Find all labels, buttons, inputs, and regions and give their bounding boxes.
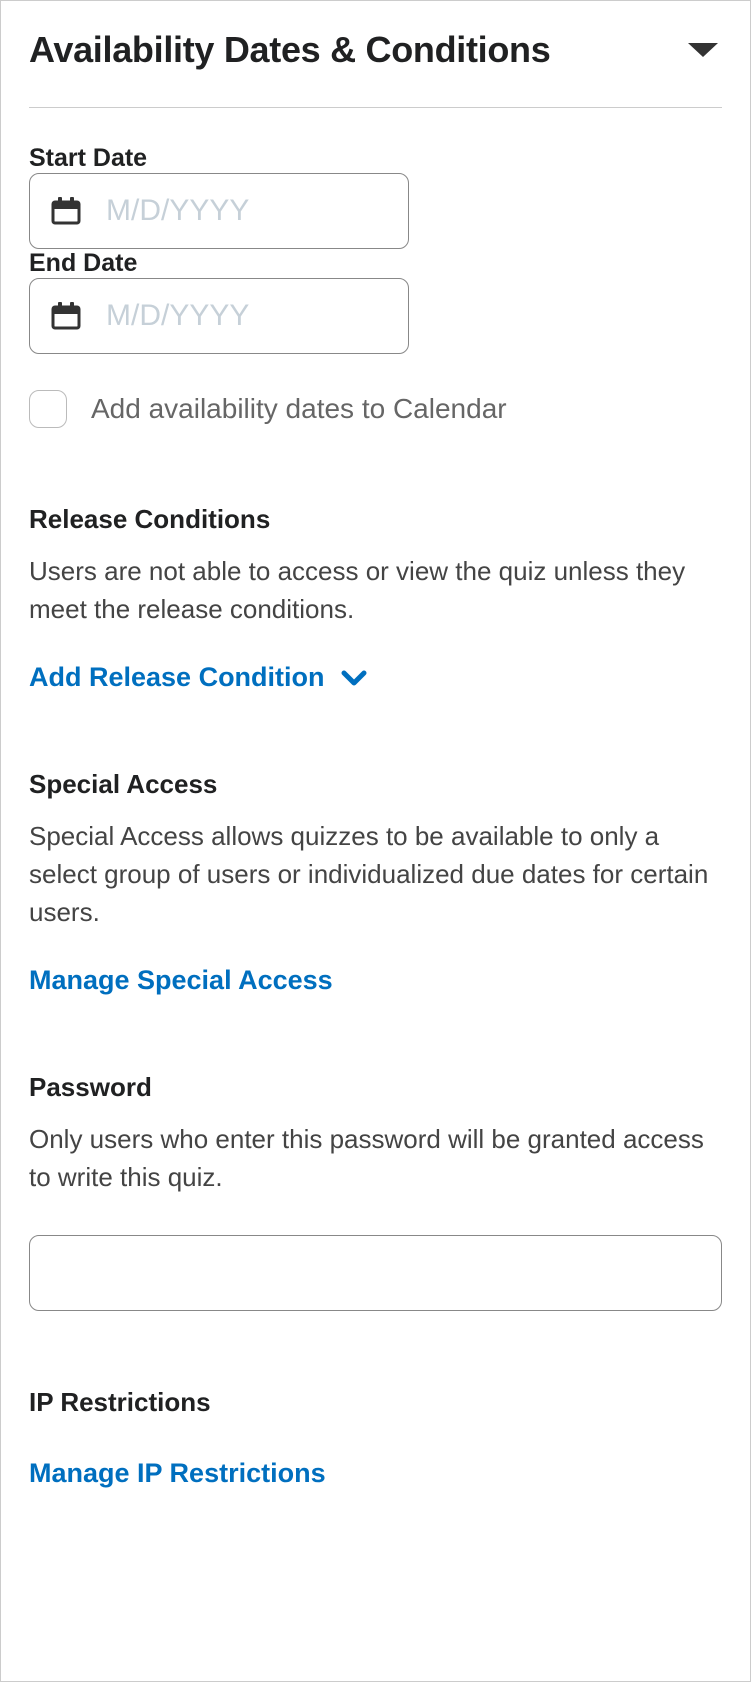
ip-restrictions-heading: IP Restrictions bbox=[29, 1387, 722, 1418]
add-to-calendar-label: Add availability dates to Calendar bbox=[91, 393, 507, 425]
manage-ip-restrictions-label: Manage IP Restrictions bbox=[29, 1458, 326, 1489]
add-to-calendar-row[interactable]: Add availability dates to Calendar bbox=[29, 390, 722, 428]
password-heading: Password bbox=[29, 1072, 722, 1103]
panel-title: Availability Dates & Conditions bbox=[29, 29, 550, 71]
start-date-field[interactable] bbox=[29, 173, 409, 249]
start-date-input[interactable] bbox=[106, 194, 492, 228]
release-conditions-heading: Release Conditions bbox=[29, 504, 722, 535]
end-date-input[interactable] bbox=[106, 299, 492, 333]
start-date-label: Start Date bbox=[29, 144, 147, 172]
manage-ip-restrictions-link[interactable]: Manage IP Restrictions bbox=[29, 1458, 326, 1489]
chevron-down-icon bbox=[684, 39, 722, 61]
manage-special-access-link[interactable]: Manage Special Access bbox=[29, 965, 333, 996]
end-date-label: End Date bbox=[29, 249, 137, 277]
end-date-field[interactable] bbox=[29, 278, 409, 354]
add-release-condition-label: Add Release Condition bbox=[29, 662, 325, 693]
password-description: Only users who enter this password will … bbox=[29, 1121, 722, 1196]
special-access-heading: Special Access bbox=[29, 769, 722, 800]
calendar-icon bbox=[50, 195, 82, 227]
password-input[interactable] bbox=[29, 1235, 722, 1311]
add-to-calendar-checkbox[interactable] bbox=[29, 390, 67, 428]
chevron-down-icon bbox=[341, 669, 367, 687]
calendar-icon bbox=[50, 300, 82, 332]
add-release-condition-link[interactable]: Add Release Condition bbox=[29, 662, 367, 693]
collapse-toggle[interactable] bbox=[684, 39, 722, 61]
special-access-description: Special Access allows quizzes to be avai… bbox=[29, 818, 722, 931]
release-conditions-description: Users are not able to access or view the… bbox=[29, 553, 722, 628]
panel-header: Availability Dates & Conditions bbox=[29, 29, 722, 108]
manage-special-access-label: Manage Special Access bbox=[29, 965, 333, 996]
